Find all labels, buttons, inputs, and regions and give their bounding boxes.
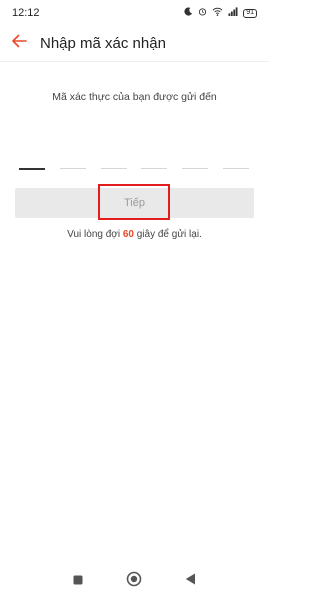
back-icon [185, 572, 196, 590]
status-time: 12:12 [12, 7, 40, 19]
home-button[interactable] [122, 569, 146, 593]
otp-slot[interactable] [141, 168, 168, 169]
otp-slot[interactable] [100, 168, 127, 169]
instruction-text: Mã xác thực của bạn được gửi đến [52, 91, 217, 103]
resend-prefix: Vui lòng đợi [67, 229, 121, 240]
resend-text: Vui lòng đợi 60 giây để gửi lại. [0, 229, 269, 240]
arrow-left-icon [11, 34, 27, 53]
otp-slot[interactable] [182, 168, 209, 169]
status-icons: 91 [184, 7, 257, 19]
wifi-icon [212, 7, 223, 19]
alarm-icon [198, 7, 207, 19]
moon-icon [184, 7, 193, 19]
recent-apps-button[interactable] [66, 569, 90, 593]
battery-icon: 91 [243, 8, 257, 18]
home-icon [126, 571, 142, 592]
otp-slot[interactable] [59, 168, 86, 169]
recent-apps-icon [73, 572, 83, 590]
page-title: Nhập mã xác nhận [40, 35, 166, 52]
app-bar: Nhập mã xác nhận [0, 26, 269, 62]
resend-countdown: 60 [122, 229, 134, 240]
back-nav-button[interactable] [179, 569, 203, 593]
resend-suffix: giây để gửi lại. [136, 229, 202, 240]
otp-slot[interactable] [19, 168, 45, 170]
signal-icon [228, 7, 238, 19]
navigation-bar [0, 562, 269, 600]
status-bar: 12:12 91 [0, 0, 269, 26]
back-button[interactable] [2, 26, 36, 62]
otp-input[interactable] [19, 168, 249, 172]
highlight-box [98, 184, 170, 220]
otp-slot[interactable] [222, 168, 249, 169]
